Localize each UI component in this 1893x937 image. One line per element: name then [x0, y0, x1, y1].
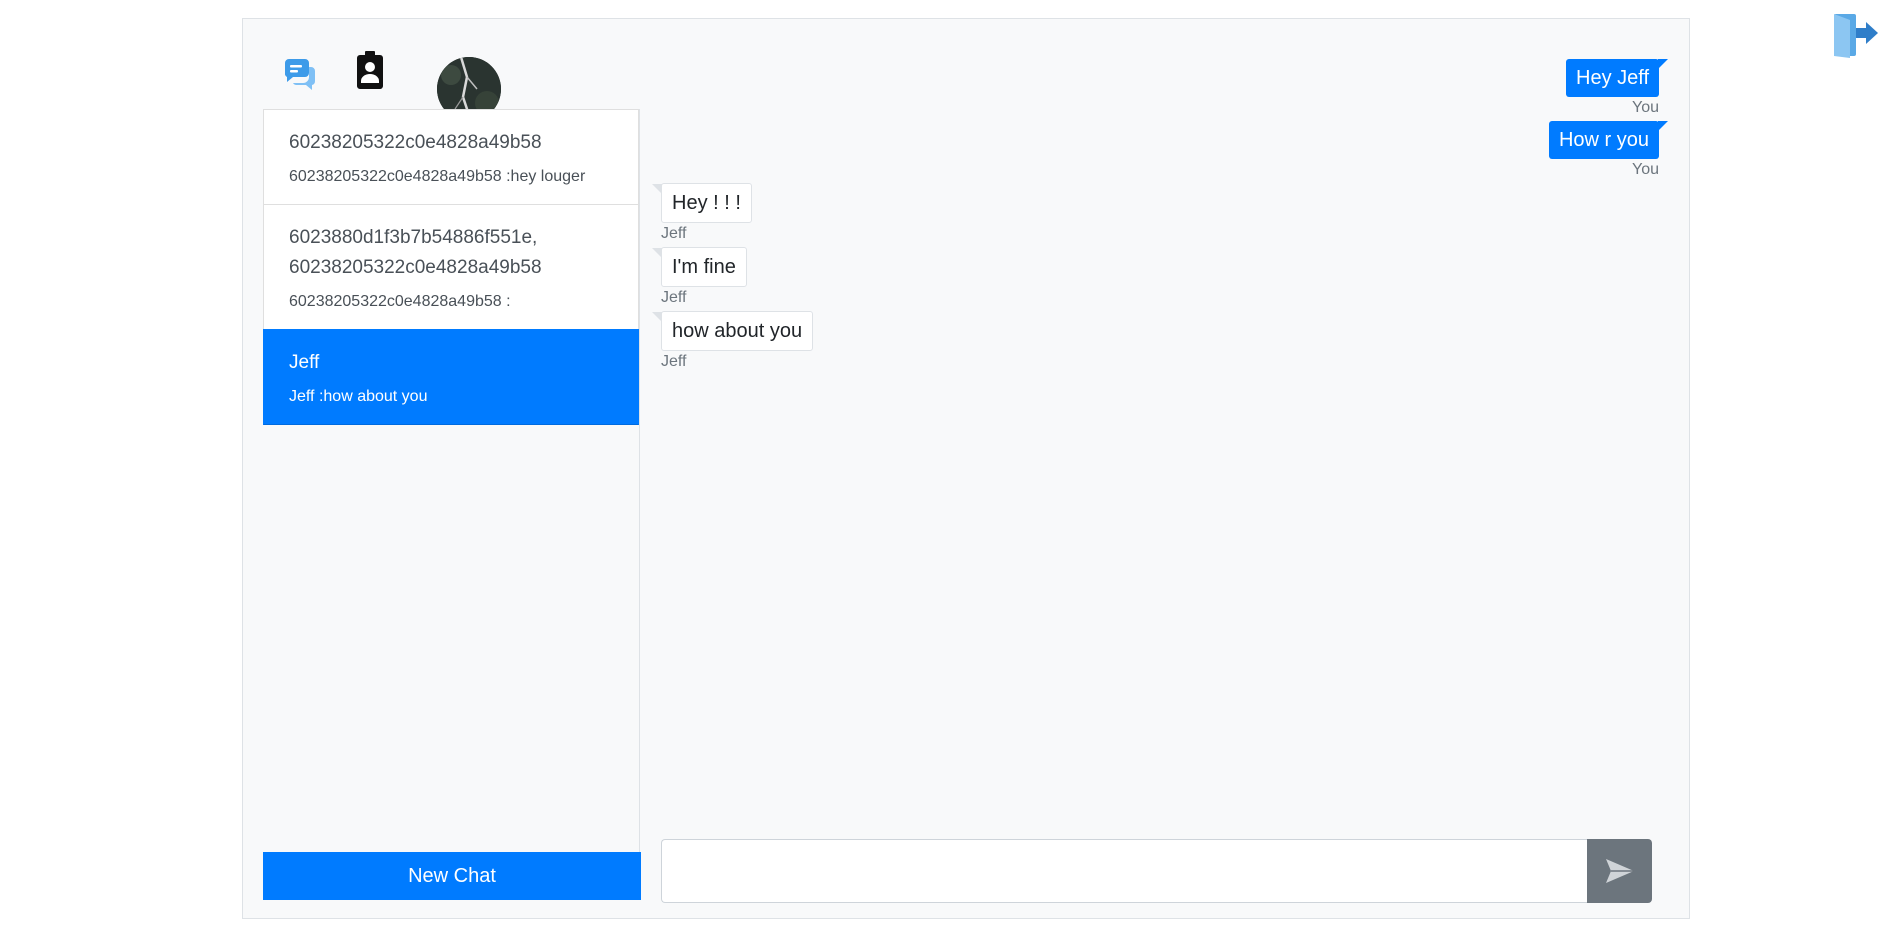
contacts-tab[interactable] [355, 51, 387, 91]
logout-button[interactable] [1832, 10, 1880, 60]
conversation-name: 60238205322c0e4828a49b58 [289, 132, 542, 153]
message-bubble: Hey Jeff [1566, 59, 1668, 97]
message-sender: Jeff [661, 289, 687, 306]
message-3: I'm fine Jeff [652, 247, 747, 309]
message-bubble: How r you [1548, 121, 1669, 159]
conversation-list: 60238205322c0e4828a49b58 60238205322c0e4… [263, 109, 640, 852]
message-sender: Jeff [661, 225, 687, 242]
message-sender: You [1632, 99, 1659, 116]
message-sender: Jeff [661, 353, 687, 370]
conversation-preview: 60238205322c0e4828a49b58 : [289, 293, 511, 310]
message-bubble: how about you [651, 311, 814, 351]
new-chat-button[interactable]: New Chat [263, 852, 641, 900]
toolbar [263, 37, 643, 121]
send-arrow-icon [1605, 859, 1634, 883]
conversation-item-2[interactable]: Jeff Jeff :how about you [263, 329, 639, 425]
message-bubble: I'm fine [652, 247, 747, 287]
conversation-item-0[interactable]: 60238205322c0e4828a49b58 60238205322c0e4… [263, 109, 639, 204]
message-4: how about you Jeff [651, 311, 814, 373]
logout-door-icon [1834, 14, 1878, 58]
message-composer [661, 839, 1652, 903]
chat-app-panel: 60238205322c0e4828a49b58 60238205322c0e4… [242, 18, 1690, 919]
conversation-item-1[interactable]: 6023880d1f3b7b54886f551e, 60238205322c0e… [263, 204, 639, 329]
chats-tab[interactable] [281, 55, 317, 91]
conversation-preview: 60238205322c0e4828a49b58 :hey louger [289, 168, 586, 185]
message-0: Hey Jeff You [1566, 59, 1668, 119]
message-bubble: Hey ! ! ! [652, 183, 752, 223]
contacts-book-icon [357, 51, 383, 89]
send-button[interactable] [1587, 839, 1652, 903]
conversation-name: Jeff [289, 352, 320, 373]
message-2: Hey ! ! ! Jeff [652, 183, 752, 245]
message-thread: Hey Jeff You How r you You Hey ! ! ! Jef… [651, 39, 1669, 819]
message-sender: You [1632, 161, 1659, 178]
message-input[interactable] [661, 839, 1587, 903]
conversation-name: 6023880d1f3b7b54886f551e, 60238205322c0e… [289, 227, 542, 278]
message-1: How r you You [1548, 121, 1669, 181]
conversation-preview: Jeff :how about you [289, 388, 428, 405]
chat-bubbles-icon [284, 59, 316, 90]
